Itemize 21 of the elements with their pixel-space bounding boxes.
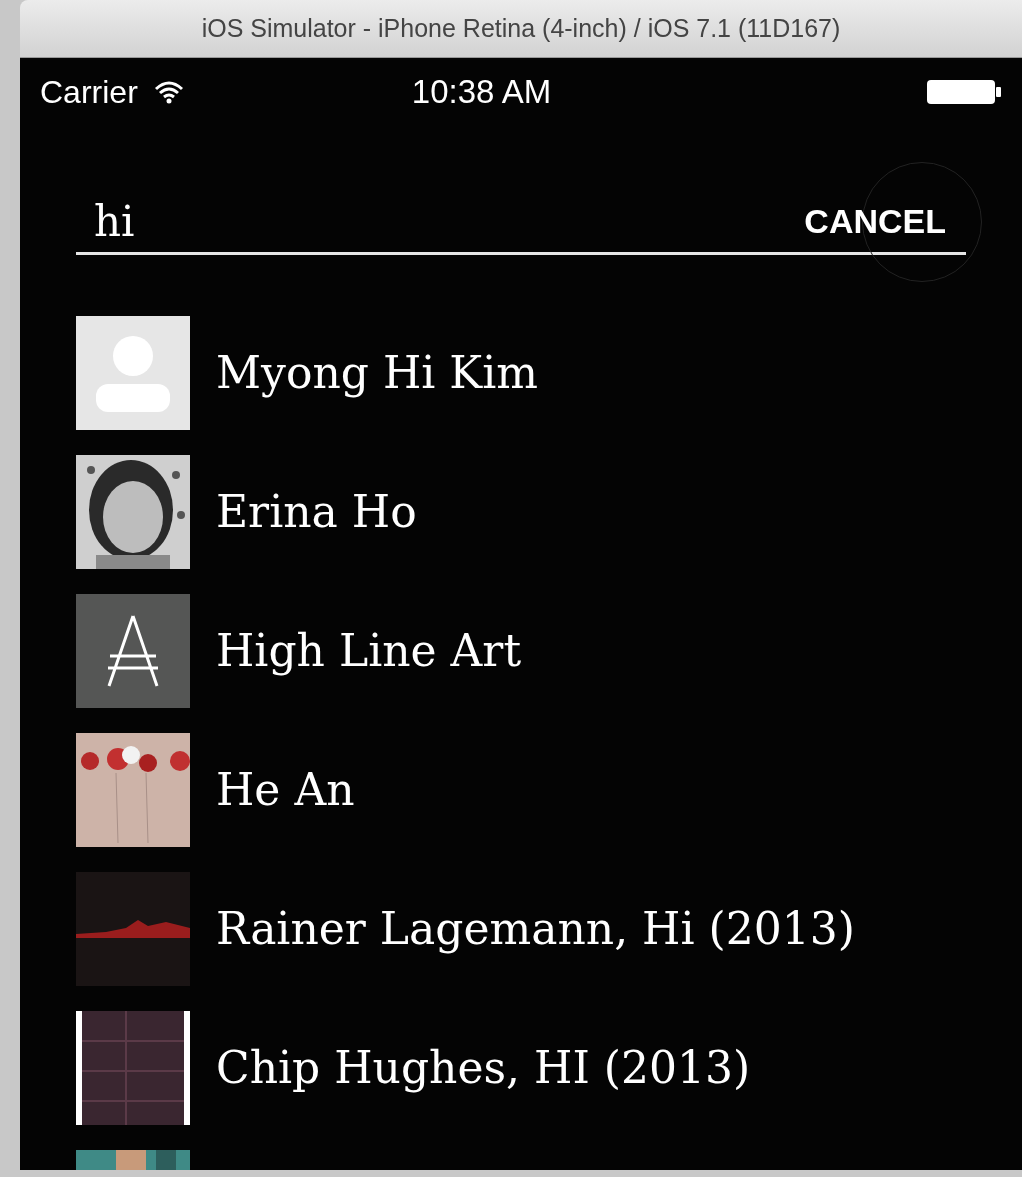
- result-name: Chip Hughes, HI (2013): [216, 1041, 751, 1095]
- cancel-button[interactable]: CANCEL: [804, 195, 966, 247]
- search-result[interactable]: High Line Art: [76, 594, 1022, 708]
- result-name: Erina Ho: [216, 485, 417, 539]
- battery-icon: [926, 78, 1002, 105]
- result-name: He An: [216, 763, 355, 817]
- result-name: High Line Art: [216, 624, 522, 678]
- search-result[interactable]: He An: [76, 733, 1022, 847]
- time-label: 10:38 AM: [411, 71, 552, 112]
- letter-a-logo-icon: [76, 594, 190, 708]
- wifi-icon: [153, 79, 184, 104]
- search-result[interactable]: Chip Hughes, HI (2013): [76, 1011, 1022, 1125]
- search-result[interactable]: Erina Ho: [76, 455, 1022, 569]
- search-result[interactable]: Rainer Lagemann, Hi (2013): [76, 872, 1022, 986]
- result-name: Myong Hi Kim: [216, 346, 538, 400]
- carrier-label: Carrier: [40, 72, 138, 112]
- search-field[interactable]: hi: [76, 189, 676, 253]
- window-title: iOS Simulator - iPhone Retina (4-inch) / iOS 7.1 (11D167): [201, 12, 841, 44]
- search-result[interactable]: Myong Hi Kim: [76, 316, 1022, 430]
- result-name: Rainer Lagemann, Hi (2013): [216, 902, 855, 956]
- avatar-placeholder-icon: [76, 316, 190, 430]
